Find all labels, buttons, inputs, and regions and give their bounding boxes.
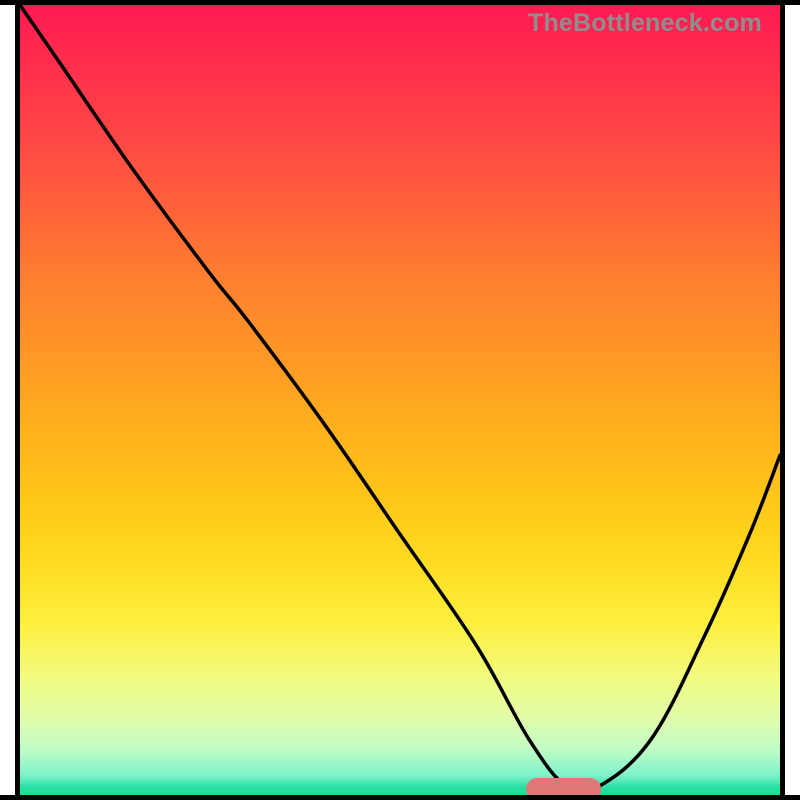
watermark-text: TheBottleneck.com bbox=[528, 9, 762, 38]
chart-frame: TheBottleneck.com bbox=[0, 0, 800, 800]
bottleneck-curve bbox=[20, 5, 780, 795]
plot-area: TheBottleneck.com bbox=[15, 5, 785, 795]
optimal-range-marker bbox=[526, 778, 601, 795]
